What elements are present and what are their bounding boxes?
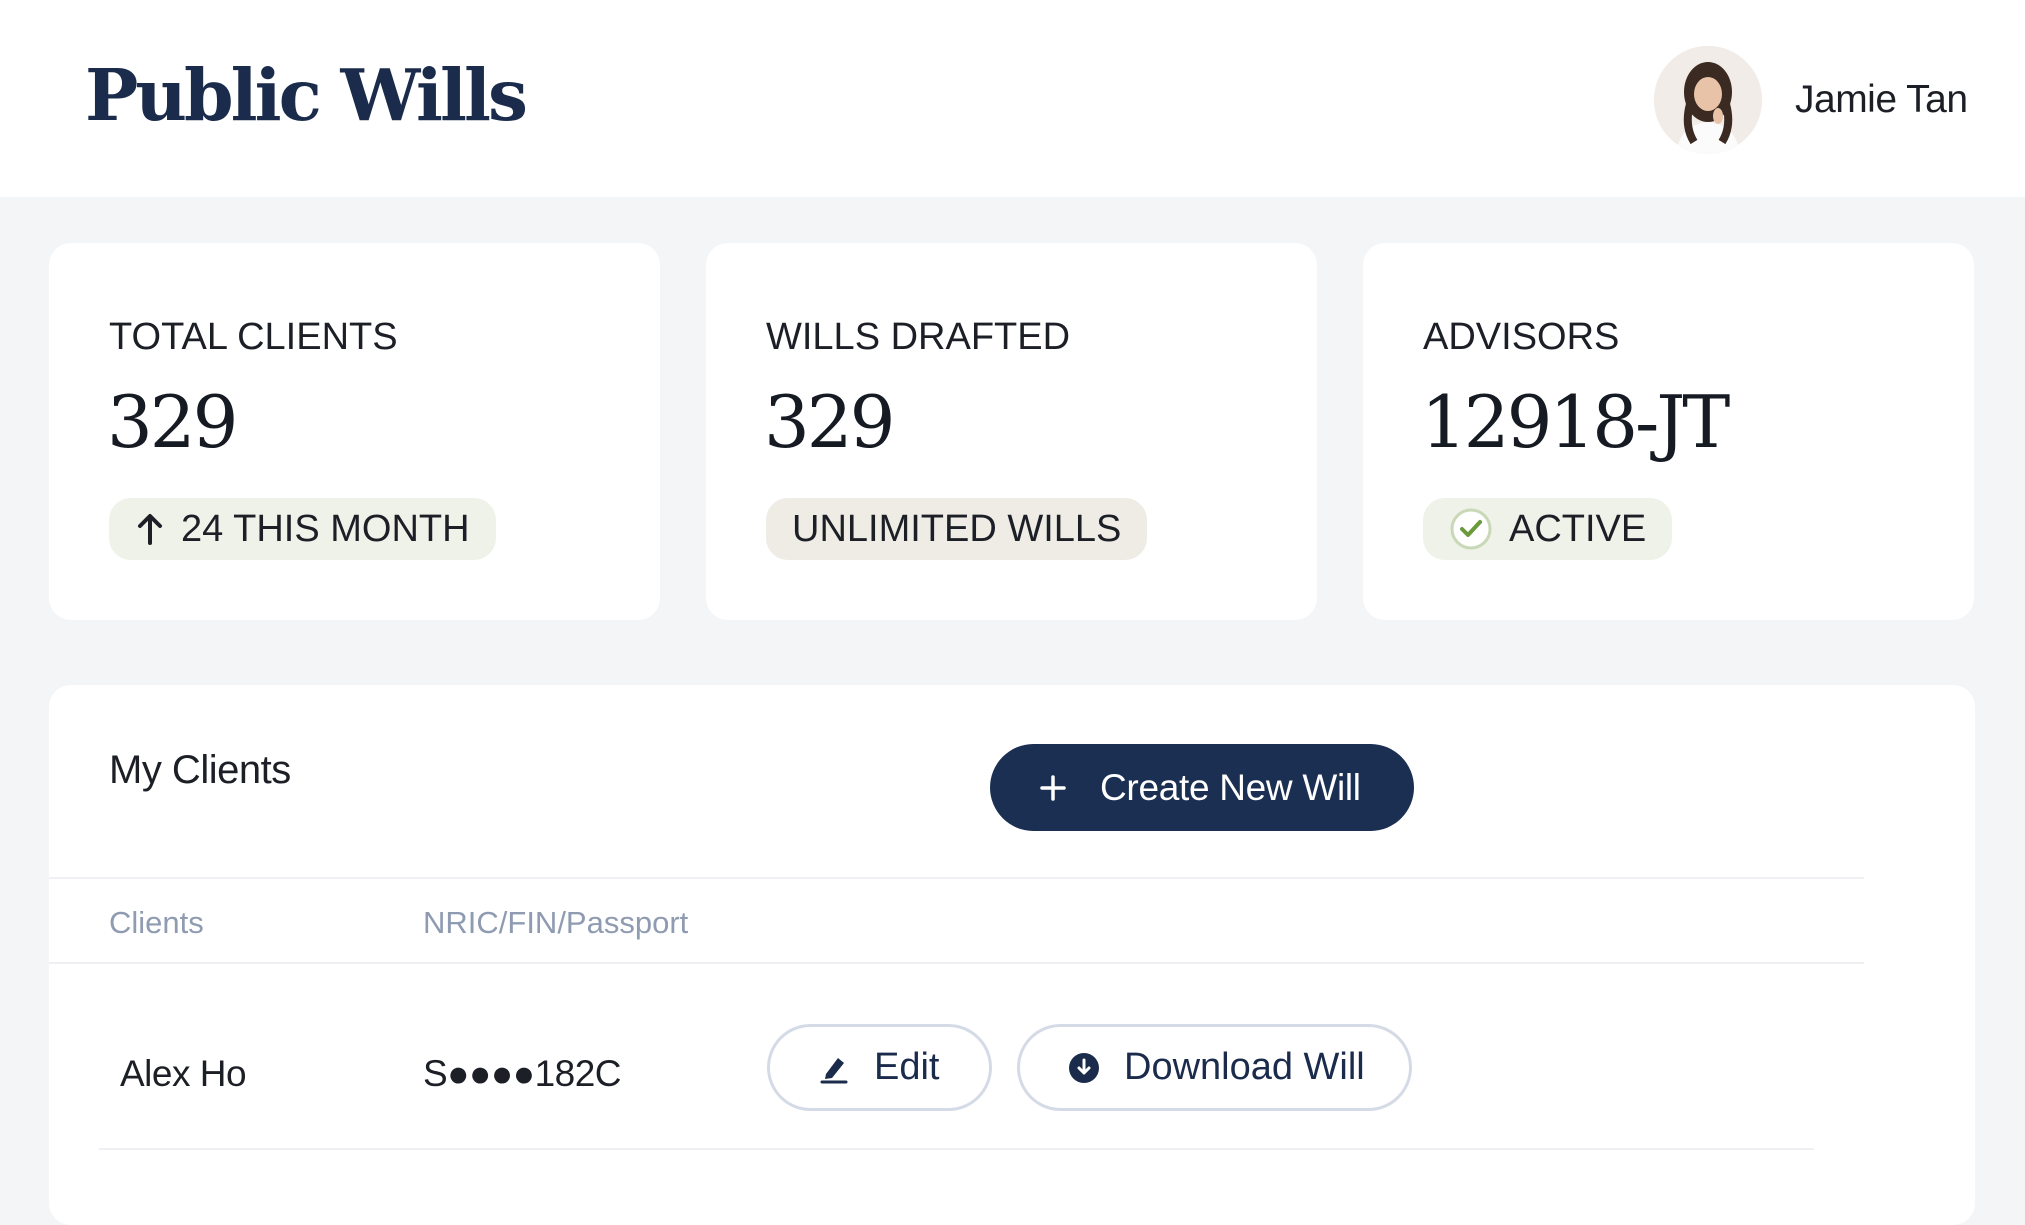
- divider: [49, 877, 1864, 879]
- column-header-clients[interactable]: Clients: [109, 905, 204, 941]
- user-avatar[interactable]: [1654, 46, 1762, 154]
- top-header: Public Wills Jamie Tan: [0, 0, 2025, 197]
- stat-badge: UNLIMITED WILLS: [766, 498, 1148, 560]
- brand-logo[interactable]: Public Wills: [85, 60, 528, 131]
- divider: [49, 962, 1864, 964]
- stat-badge: 24 THIS MONTH: [109, 498, 496, 560]
- download-circle-icon: [1068, 1052, 1100, 1084]
- user-name[interactable]: Jamie Tan: [1795, 78, 1968, 122]
- arrow-up-icon: [135, 512, 165, 546]
- stat-label: TOTAL CLIENTS: [109, 316, 398, 358]
- user-avatar-photo: [1654, 46, 1762, 154]
- stat-label: WILLS DRAFTED: [766, 316, 1071, 358]
- clients-panel: My Clients Create New Will Clients NRIC/…: [49, 685, 1975, 1225]
- client-nric: S●●●●182C: [423, 1053, 622, 1094]
- client-name: Alex Ho: [120, 1053, 247, 1094]
- stat-badge-text: ACTIVE: [1509, 507, 1647, 550]
- edit-button[interactable]: Edit: [767, 1024, 992, 1111]
- stat-value: 12918-JT: [1421, 380, 1730, 464]
- stat-card-advisors: ADVISORS 12918-JT ACTIVE: [1363, 243, 1974, 620]
- stat-label: ADVISORS: [1423, 316, 1620, 358]
- stat-badge-text: 24 THIS MONTH: [181, 507, 470, 550]
- divider: [99, 1148, 1814, 1150]
- edit-label: Edit: [874, 1046, 940, 1088]
- stat-value: 329: [107, 380, 238, 464]
- create-new-will-label: Create New Will: [1100, 766, 1361, 808]
- check-circle-icon: [1449, 507, 1493, 551]
- download-will-button[interactable]: Download Will: [1017, 1024, 1412, 1111]
- create-new-will-button[interactable]: Create New Will: [990, 744, 1414, 831]
- stat-badge: ACTIVE: [1423, 498, 1673, 560]
- stat-badge-text: UNLIMITED WILLS: [792, 507, 1122, 550]
- stat-card-wills-drafted: WILLS DRAFTED 329 UNLIMITED WILLS: [706, 243, 1317, 620]
- edit-pen-icon: [818, 1052, 850, 1084]
- stat-value: 329: [764, 380, 895, 464]
- stat-card-total-clients: TOTAL CLIENTS 329 24 THIS MONTH: [49, 243, 660, 620]
- column-header-nric[interactable]: NRIC/FIN/Passport: [423, 905, 688, 941]
- download-will-label: Download Will: [1124, 1046, 1365, 1088]
- panel-title: My Clients: [109, 748, 291, 792]
- plus-icon: [1040, 768, 1066, 808]
